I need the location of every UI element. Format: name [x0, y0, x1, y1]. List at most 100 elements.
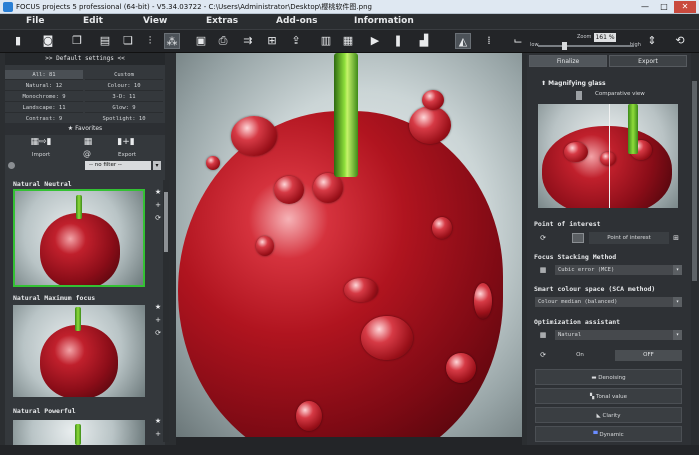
document-icon[interactable]: ▥ — [318, 33, 334, 49]
pause-icon[interactable]: ❚ — [390, 33, 406, 49]
default-settings-header[interactable]: >> Default settings << — [5, 53, 165, 65]
rotate-icon[interactable]: ⟲ — [672, 33, 688, 49]
poi-button[interactable]: Point of interest — [589, 232, 669, 244]
water-drop — [432, 217, 452, 239]
favorite-grid-icon[interactable]: ▦ — [77, 137, 99, 147]
on-button[interactable]: On — [555, 350, 605, 361]
tab-finalize[interactable]: Finalize — [529, 55, 607, 67]
poi-icon[interactable] — [572, 233, 584, 243]
preset-side-icons[interactable]: ★ + — [153, 415, 163, 441]
filter-select[interactable]: -- no filter -- — [85, 161, 151, 170]
count-glow[interactable]: Glow: 9 — [85, 103, 163, 113]
refresh-icon[interactable]: ⟳ — [536, 350, 550, 360]
export-label[interactable]: Export — [107, 152, 147, 158]
count-custom[interactable]: Custom — [85, 70, 163, 80]
preset-thumbnail-selected[interactable] — [13, 189, 145, 287]
expand-icon[interactable]: ⊞ — [669, 233, 683, 243]
window-title: FOCUS projects 5 professional (64-bit) -… — [16, 3, 372, 11]
stacking-select[interactable]: Cubic error (MCE) ▾ — [555, 265, 682, 275]
crop-icon[interactable]: ⌙ — [510, 33, 526, 49]
right-scrollbar[interactable] — [691, 53, 698, 445]
compare-icon[interactable]: ◭ — [455, 33, 471, 49]
menu-view[interactable]: View — [143, 16, 167, 26]
off-button[interactable]: OFF — [615, 350, 682, 361]
magnifying-glass-label: Magnifying glass — [548, 80, 606, 87]
zoom-control: Zoom 161 % low high — [528, 31, 644, 53]
comparative-view-label[interactable]: Comparative view — [595, 91, 645, 97]
minimize-button[interactable]: — — [636, 1, 654, 13]
maximize-button[interactable]: □ — [655, 1, 673, 13]
tonal-value-label: Tonal value — [596, 394, 627, 400]
comparative-toggle[interactable] — [576, 91, 582, 100]
main-preview[interactable] — [176, 53, 522, 437]
count-landscape[interactable]: Landscape: 11 — [5, 103, 83, 113]
menu-file[interactable]: File — [26, 16, 44, 26]
sliders-icon[interactable]: ⫶ — [142, 33, 158, 49]
import-label[interactable]: Import — [21, 152, 61, 158]
favorites-bar[interactable]: ★ Favorites — [5, 123, 165, 135]
save-icon[interactable]: ▣ — [193, 33, 209, 49]
raw-icon[interactable]: ▤ — [97, 33, 113, 49]
stacking-icon[interactable]: ⁂ — [164, 33, 180, 49]
count-colour[interactable]: Colour: 10 — [85, 81, 163, 91]
water-drop — [564, 142, 588, 162]
preset-side-icons[interactable]: ★ + ⟳ — [153, 301, 163, 340]
import-icon[interactable]: ▦⇨▮ — [30, 137, 52, 147]
optimization-select[interactable]: Natural ▾ — [555, 330, 682, 340]
clarity-label: Clarity — [602, 413, 621, 419]
compare-divider[interactable] — [609, 104, 610, 208]
preview-scrollbar[interactable] — [176, 437, 522, 445]
scrollbar-thumb[interactable] — [692, 81, 697, 281]
zoom-slider[interactable] — [538, 45, 634, 47]
chevron-down-icon[interactable]: ▾ — [673, 265, 682, 275]
stem-image — [75, 424, 81, 445]
denoising-button[interactable]: ▬ Denoising — [535, 369, 682, 385]
clarity-button[interactable]: ◣ Clarity — [535, 407, 682, 423]
menu-addons[interactable]: Add-ons — [276, 16, 318, 26]
tonal-value-button[interactable]: ▚ Tonal value — [535, 388, 682, 404]
dynamic-label: Dynamic — [599, 432, 624, 438]
count-3d[interactable]: 3-D: 11 — [85, 92, 163, 102]
at-icon[interactable]: @ — [67, 149, 107, 158]
new-icon[interactable]: ▮ — [10, 33, 26, 49]
scrollbar-thumb[interactable] — [164, 192, 168, 252]
preset-title: Natural Maximum focus — [13, 294, 96, 302]
count-all[interactable]: All: 81 — [5, 70, 83, 80]
presets-scrollbar[interactable] — [163, 180, 169, 442]
refresh-icon[interactable]: ⟳ — [536, 233, 550, 243]
histogram-icon[interactable]: ▟ — [416, 33, 432, 49]
preset-side-icons[interactable]: ★ + ⟳ — [153, 186, 163, 225]
zoom-value[interactable]: 161 % — [594, 33, 616, 42]
copy-icon[interactable]: ❐ — [69, 33, 85, 49]
split-icon[interactable]: ⁞ — [481, 33, 497, 49]
water-drop — [600, 152, 616, 166]
colour-space-select[interactable]: Colour median (balanced) ▾ — [535, 297, 682, 307]
add-favorite-icon[interactable]: ▮+▮ — [115, 137, 137, 147]
count-monochrome[interactable]: Monochrome: 9 — [5, 92, 83, 102]
close-button[interactable]: ✕ — [674, 1, 696, 13]
zoom-slider-handle[interactable] — [562, 42, 567, 50]
play-icon[interactable]: ▶ — [367, 33, 383, 49]
preset-thumbnail[interactable] — [13, 420, 145, 445]
preset-thumbnail[interactable] — [13, 305, 145, 397]
up-down-icon[interactable]: ⇕ — [644, 33, 660, 49]
menu-extras[interactable]: Extras — [206, 16, 238, 26]
optimization-value: Natural — [558, 332, 582, 338]
print-icon[interactable]: ⎙ — [215, 33, 231, 49]
chevron-down-icon[interactable]: ▾ — [673, 297, 682, 307]
share-icon[interactable]: ⇉ — [240, 33, 256, 49]
tab-export[interactable]: Export — [609, 55, 687, 67]
chevron-down-icon[interactable]: ▾ — [673, 330, 682, 340]
count-natural[interactable]: Natural: 12 — [5, 81, 83, 91]
filmstrip-icon[interactable]: ▦ — [340, 33, 356, 49]
export-icon[interactable]: ⊞ — [264, 33, 280, 49]
dynamic-button[interactable]: ▀ Dynamic — [535, 426, 682, 442]
camera-icon[interactable]: ◙ — [40, 33, 56, 49]
magnifier-preview[interactable] — [538, 104, 678, 208]
menu-edit[interactable]: Edit — [83, 16, 103, 26]
chevron-down-icon[interactable]: ▾ — [153, 161, 161, 170]
water-drop — [344, 278, 378, 302]
upload-icon[interactable]: ⇪ — [288, 33, 304, 49]
gallery-icon[interactable]: ❏ — [120, 33, 136, 49]
menu-information[interactable]: Information — [354, 16, 414, 26]
